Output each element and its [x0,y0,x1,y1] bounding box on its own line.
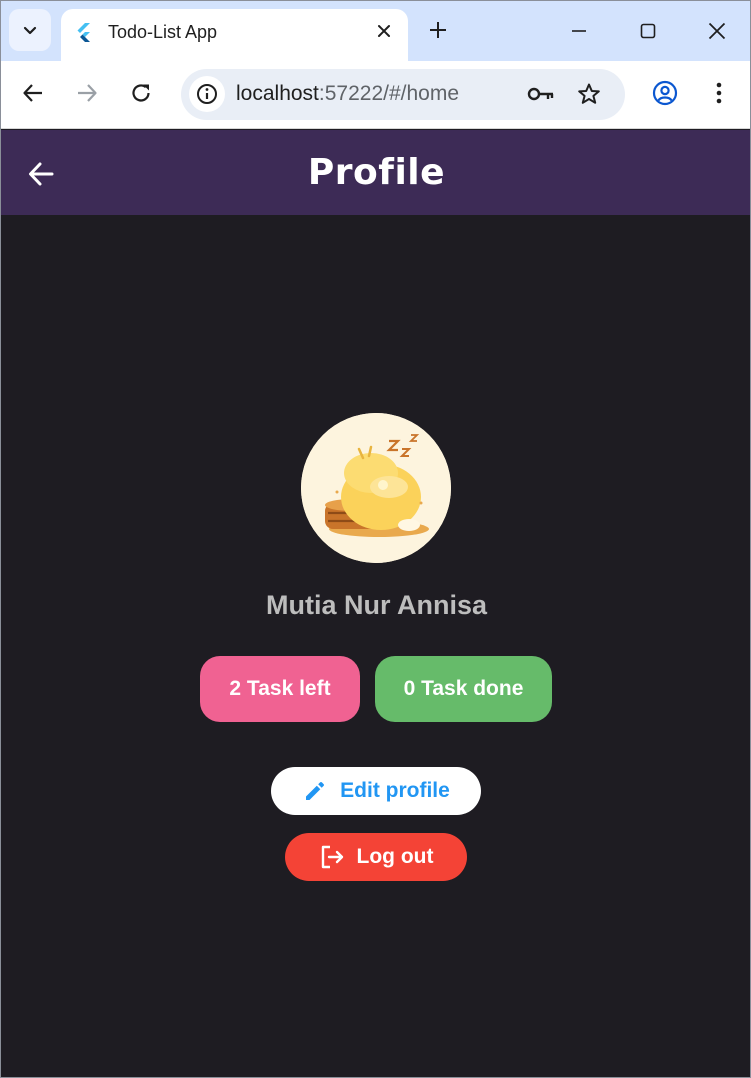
profile-avatar[interactable] [301,413,451,563]
url-host: localhost [236,82,319,105]
browser-menu-button[interactable] [701,75,737,111]
password-key-button[interactable] [525,78,557,110]
bookmark-button[interactable] [573,78,605,110]
sleeping-duck-avatar [301,413,451,563]
profile-page: Mutia Nur Annisa 2 Task left 0 Task done… [1,215,750,1077]
forward-button[interactable] [69,75,105,111]
tasks-done-badge[interactable]: 0 Task done [375,656,552,722]
tasks-left-badge[interactable]: 2 Task left [200,656,360,722]
maximize-button[interactable] [630,13,666,49]
browser-toolbar: localhost:57222/#/home [1,61,750,129]
key-icon [527,87,554,101]
edit-profile-button[interactable]: Edit profile [271,767,481,815]
maximize-icon [640,23,656,39]
reload-button[interactable] [123,75,159,111]
app-bar: Profile [1,130,750,215]
logout-button[interactable]: Log out [285,833,467,881]
info-icon [197,84,217,104]
arrow-left-icon [23,84,42,102]
tab-search-button[interactable] [9,9,51,51]
logout-icon [319,844,345,870]
browser-tab[interactable]: Todo-List App [61,9,408,61]
url-text: localhost:57222/#/home [236,82,459,106]
close-icon [708,22,726,40]
plus-icon [430,22,446,38]
app-back-button[interactable] [23,156,59,192]
url-path: :57222/#/home [318,82,459,105]
site-info-button[interactable] [189,76,225,112]
minimize-icon [572,30,586,32]
kebab-menu-icon [716,82,722,104]
tab-strip: Todo-List App [1,1,750,61]
user-name: Mutia Nur Annisa [265,590,487,620]
browser-window: Todo-List App localhost:57222/#/home Pro… [0,0,751,1078]
reload-icon [132,84,150,102]
logout-label: Log out [356,845,434,868]
minimize-button[interactable] [561,13,597,49]
arrow-right-icon [78,84,97,102]
tab-title: Todo-List App [108,22,218,42]
arrow-left-icon [29,162,54,186]
address-bar[interactable]: localhost:57222/#/home [181,69,625,120]
page-title: Profile [307,152,446,193]
new-tab-button[interactable] [423,15,453,45]
profile-button[interactable] [647,75,683,111]
chevron-down-icon [23,26,37,35]
flutter-icon [77,23,90,42]
close-icon [378,25,390,37]
account-icon [652,80,678,106]
tab-close-button[interactable] [372,19,396,43]
edit-profile-label: Edit profile [340,779,450,802]
close-window-button[interactable] [699,13,735,49]
star-icon [578,83,600,104]
back-button[interactable] [15,75,51,111]
pencil-icon [302,778,328,804]
